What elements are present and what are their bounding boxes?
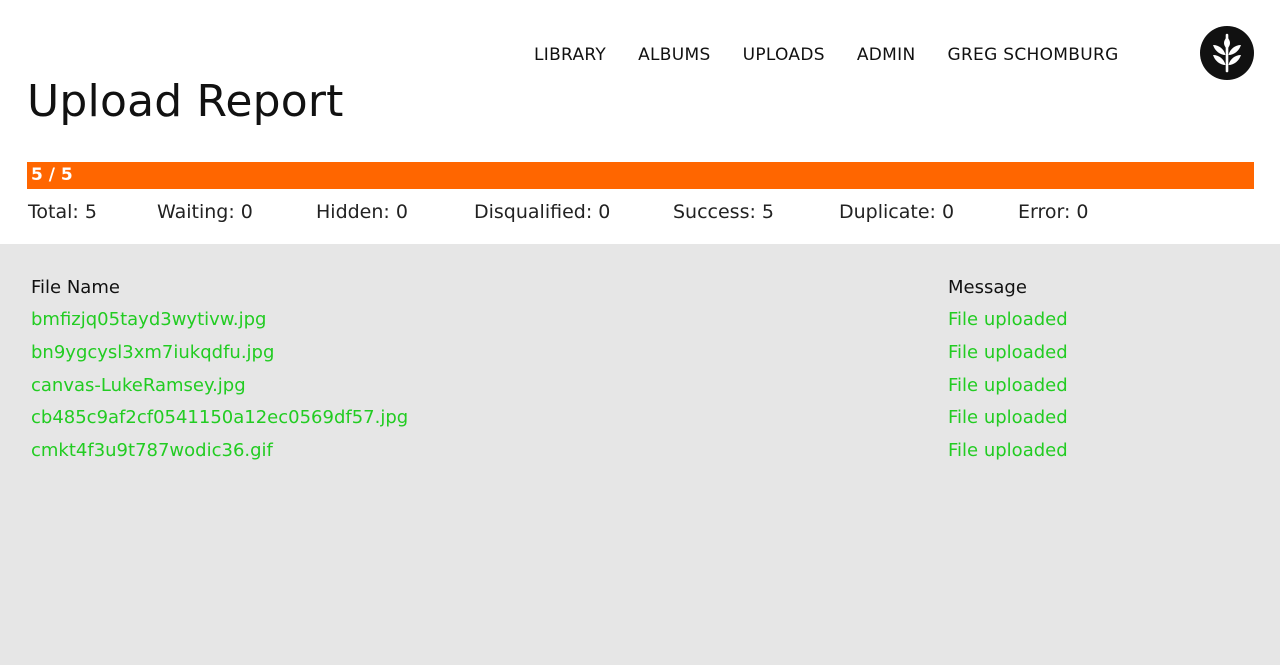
report-table: File Name Message bmfizjq05tayd3wytivw.j…	[0, 244, 1280, 665]
nav-albums-link[interactable]: ALBUMS	[638, 42, 710, 68]
file-name-cell: bn9ygcysl3xm7iukqdfu.jpg	[31, 341, 275, 363]
main-nav: LIBRARY ALBUMS UPLOADS ADMIN GREG SCHOMB…	[534, 42, 1119, 68]
file-name-cell: cb485c9af2cf0541150a12ec0569df57.jpg	[31, 407, 409, 429]
stat-success: Success: 5	[673, 201, 775, 223]
wheat-sprout-icon[interactable]	[1199, 25, 1255, 81]
report-rows: bmfizjq05tayd3wytivw.jpg File uploaded bn9…	[0, 308, 1280, 472]
file-name-cell: cmkt4f3u9t787wodic36.gif	[31, 440, 273, 462]
table-row: cmkt4f3u9t787wodic36.gif File uploaded	[0, 439, 1280, 472]
message-cell: File uploaded	[948, 440, 1068, 462]
stat-disqualified: Disqualified: 0	[474, 201, 611, 223]
stat-hidden: Hidden: 0	[316, 201, 408, 223]
upload-progress-bar: 5 / 5	[27, 162, 1254, 189]
nav-admin-link[interactable]: ADMIN	[857, 42, 916, 68]
page-title: Upload Report	[27, 76, 344, 127]
message-cell: File uploaded	[948, 309, 1068, 330]
stat-duplicate: Duplicate: 0	[839, 201, 955, 223]
message-cell: File uploaded	[948, 374, 1068, 396]
progress-fill	[27, 162, 1254, 189]
table-row: bmfizjq05tayd3wytivw.jpg File uploaded	[0, 308, 1280, 341]
message-cell: File uploaded	[948, 341, 1068, 363]
file-name-header: File Name	[31, 277, 120, 298]
file-name-cell: bmfizjq05tayd3wytivw.jpg	[31, 309, 267, 330]
header-area: LIBRARY ALBUMS UPLOADS ADMIN GREG SCHOMB…	[0, 0, 1280, 244]
table-row: cb485c9af2cf0541150a12ec0569df57.jpg File…	[0, 406, 1280, 439]
message-header: Message	[948, 277, 1027, 298]
stat-error: Error: 0	[1018, 201, 1089, 223]
stat-waiting: Waiting: 0	[157, 201, 253, 223]
progress-label: 5 / 5	[31, 165, 73, 185]
nav-user-link[interactable]: GREG SCHOMBURG	[947, 42, 1118, 68]
table-row: canvas-LukeRamsey.jpg File uploaded	[0, 374, 1280, 407]
message-cell: File uploaded	[948, 407, 1068, 429]
nav-library-link[interactable]: LIBRARY	[534, 42, 606, 68]
table-row: bn9ygcysl3xm7iukqdfu.jpg File uploaded	[0, 341, 1280, 374]
nav-uploads-link[interactable]: UPLOADS	[743, 42, 825, 68]
file-name-cell: canvas-LukeRamsey.jpg	[31, 374, 246, 396]
stat-total: Total: 5	[28, 201, 97, 223]
logo-svg	[1200, 26, 1254, 80]
